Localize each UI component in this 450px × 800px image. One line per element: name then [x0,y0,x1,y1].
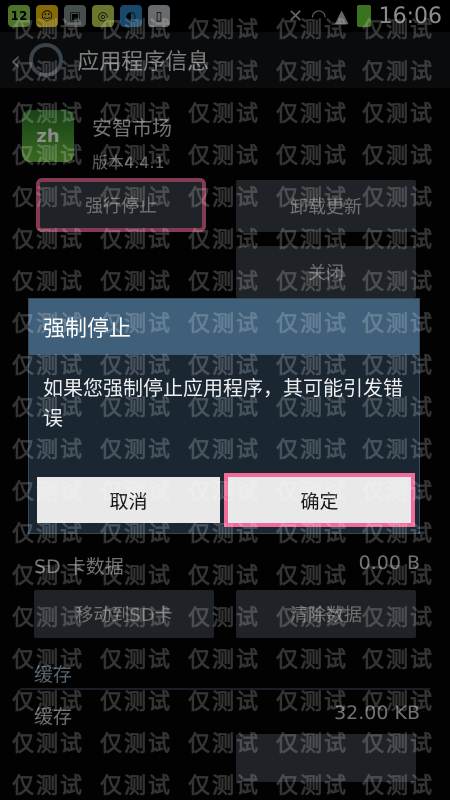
cancel-button[interactable]: 取消 [37,477,220,523]
dialog-title: 强制停止 [29,299,419,355]
dialog-message: 如果您强制停止应用程序，其可能引发错误 [43,376,403,430]
dialog-buttons: 取消 确定 [37,473,415,527]
confirm-button[interactable]: 确定 [224,473,415,527]
force-stop-dialog: 强制停止 如果您强制停止应用程序，其可能引发错误 取消 确定 [28,298,420,534]
